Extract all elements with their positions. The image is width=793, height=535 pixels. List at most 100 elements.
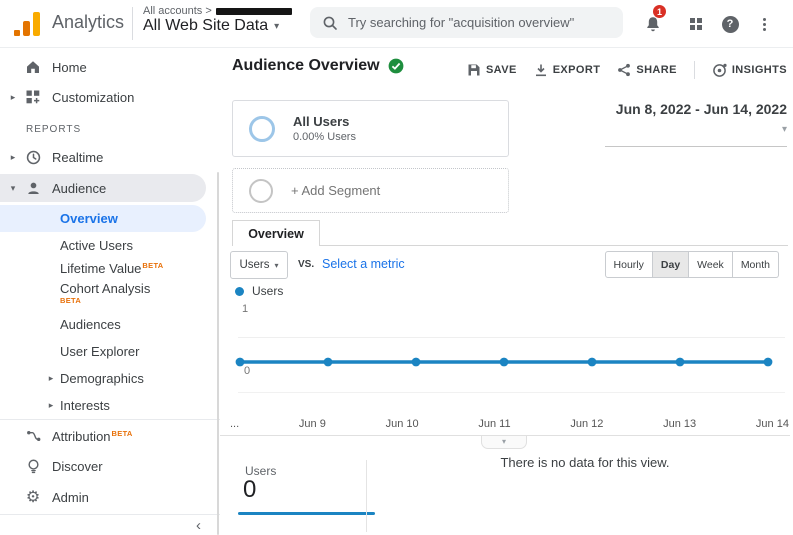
sidebar-item-demographics[interactable]: ▸ Demographics: [0, 364, 206, 392]
report-actions: SAVE EXPORT SHARE: [467, 61, 787, 79]
segment-circle-icon: [249, 116, 275, 142]
actions-divider: [694, 61, 695, 79]
sidebar-item-user-explorer[interactable]: User Explorer: [0, 337, 206, 365]
sidebar-item-customization[interactable]: ▸ Customization: [0, 83, 206, 111]
chart-collapse-tab[interactable]: ▾: [481, 436, 527, 449]
segment-card-all-users[interactable]: All Users 0.00% Users: [232, 100, 509, 157]
sidebar-item-attribution[interactable]: AttributionBETA: [0, 422, 206, 450]
x-axis-label: Jun 11: [478, 418, 510, 430]
top-header: Analytics All accounts > All Web Site Da…: [0, 0, 793, 48]
beta-badge: BETA: [112, 429, 133, 438]
sidebar-item-discover[interactable]: Discover: [0, 452, 206, 480]
reports-section-label: REPORTS: [26, 124, 81, 135]
summary-value: 0: [243, 476, 256, 504]
sidebar-item-home[interactable]: Home: [0, 53, 206, 81]
x-axis-label: Jun 10: [386, 418, 419, 430]
customization-icon: [24, 88, 42, 106]
insights-button[interactable]: INSIGHTS: [712, 63, 787, 78]
sidebar-item-lifetime-value[interactable]: Lifetime ValueBETA: [0, 254, 206, 282]
segment-detail: 0.00% Users: [293, 131, 356, 143]
analytics-app: Analytics All accounts > All Web Site Da…: [0, 0, 793, 535]
redacted-account-name: [216, 8, 292, 15]
sidebar-item-interests[interactable]: ▸ Interests: [0, 391, 206, 419]
granularity-toggle: Hourly Day Week Month: [605, 251, 779, 278]
users-line-chart[interactable]: [232, 306, 776, 418]
sidebar-item-audience[interactable]: ▾ Audience: [0, 174, 206, 202]
tab-overview[interactable]: Overview: [232, 220, 320, 246]
add-segment-label: + Add Segment: [291, 183, 380, 198]
add-segment-card[interactable]: + Add Segment: [232, 168, 509, 213]
search-input[interactable]: [348, 15, 611, 30]
person-icon: [24, 179, 42, 197]
sidebar-scrollbar[interactable]: [217, 172, 219, 535]
sidebar-item-admin[interactable]: ⚙ Admin: [0, 483, 206, 511]
metric-dropdown[interactable]: Users ▾: [230, 251, 288, 279]
y-axis-tick-0: 0: [244, 365, 250, 377]
sidebar-item-audiences[interactable]: Audiences: [0, 310, 206, 338]
save-icon: [467, 63, 481, 77]
date-range-text: Jun 8, 2022 - Jun 14, 2022: [616, 101, 787, 117]
chevron-down-icon: ▾: [502, 438, 506, 446]
share-icon: [617, 63, 631, 77]
help-button[interactable]: ?: [718, 12, 742, 36]
summary-divider: [366, 460, 367, 532]
beta-badge: BETA: [60, 296, 81, 305]
main-content: Audience Overview SAVE EXPORT: [220, 48, 793, 535]
granularity-hourly-button[interactable]: Hourly: [605, 251, 653, 278]
x-axis-label: Jun 9: [299, 418, 326, 430]
gear-icon: ⚙: [24, 488, 42, 506]
expand-arrow-icon: ▸: [46, 400, 56, 411]
sidebar-divider: [0, 514, 220, 515]
apps-grid-icon: [690, 18, 702, 30]
more-options-button[interactable]: [752, 12, 776, 36]
x-axis-label: Jun 12: [570, 418, 603, 430]
breadcrumb-label: All accounts >: [143, 5, 212, 17]
no-data-message: There is no data for this view.: [465, 455, 705, 470]
home-icon: [24, 58, 42, 76]
property-name: All Web Site Data: [143, 17, 268, 35]
attribution-route-icon: [24, 427, 42, 445]
granularity-day-button[interactable]: Day: [653, 251, 689, 278]
download-icon: [534, 63, 548, 77]
x-axis-label: Jun 13: [663, 418, 696, 430]
chevron-down-icon: ▾: [275, 261, 279, 270]
sidebar-item-overview[interactable]: Overview: [0, 205, 206, 232]
analytics-logo-icon[interactable]: [14, 11, 44, 37]
logo-bar-medium: [23, 21, 30, 36]
users-sparkline: [238, 512, 375, 515]
expand-arrow-icon: ▸: [46, 373, 56, 384]
x-axis-label: Jun 14: [756, 418, 789, 430]
notification-badge: 1: [653, 5, 666, 18]
expand-arrow-icon: ▸: [8, 152, 18, 163]
export-button[interactable]: EXPORT: [534, 63, 601, 77]
sidebar-divider: [0, 419, 220, 420]
save-button[interactable]: SAVE: [467, 63, 517, 77]
granularity-month-button[interactable]: Month: [733, 251, 779, 278]
product-name: Analytics: [52, 12, 124, 33]
select-metric-link[interactable]: Select a metric: [322, 257, 405, 271]
sidebar-item-realtime[interactable]: ▸ Realtime: [0, 143, 206, 171]
page-title: Audience Overview: [232, 57, 380, 75]
header-divider: [132, 7, 133, 40]
granularity-week-button[interactable]: Week: [689, 251, 733, 278]
breadcrumb: All accounts >: [143, 5, 292, 17]
sidebar-item-cohort-analysis[interactable]: Cohort Analysis BETA: [0, 280, 206, 312]
date-range-selector[interactable]: Jun 8, 2022 - Jun 14, 2022 ▾: [605, 101, 787, 147]
insights-icon: [712, 63, 727, 78]
search-bar: [310, 7, 623, 38]
chart-legend: Users: [235, 284, 283, 298]
sidebar-collapse-button[interactable]: ‹: [196, 517, 201, 534]
legend-dot-icon: [235, 287, 244, 296]
vs-label: VS.: [298, 259, 314, 270]
property-selector[interactable]: All Web Site Data ▾: [143, 17, 279, 35]
help-icon: ?: [722, 16, 739, 33]
segment-title: All Users: [293, 114, 356, 129]
logo-bar-tall: [33, 12, 40, 36]
expand-arrow-icon: ▸: [8, 92, 18, 103]
sidebar-nav: Home ▸ Customization REPORTS ▸: [0, 48, 220, 535]
apps-menu-button[interactable]: [684, 12, 708, 36]
share-button[interactable]: SHARE: [617, 63, 677, 77]
add-segment-circle-icon: [249, 179, 273, 203]
page-title-row: Audience Overview: [232, 57, 404, 75]
legend-label: Users: [252, 284, 283, 298]
